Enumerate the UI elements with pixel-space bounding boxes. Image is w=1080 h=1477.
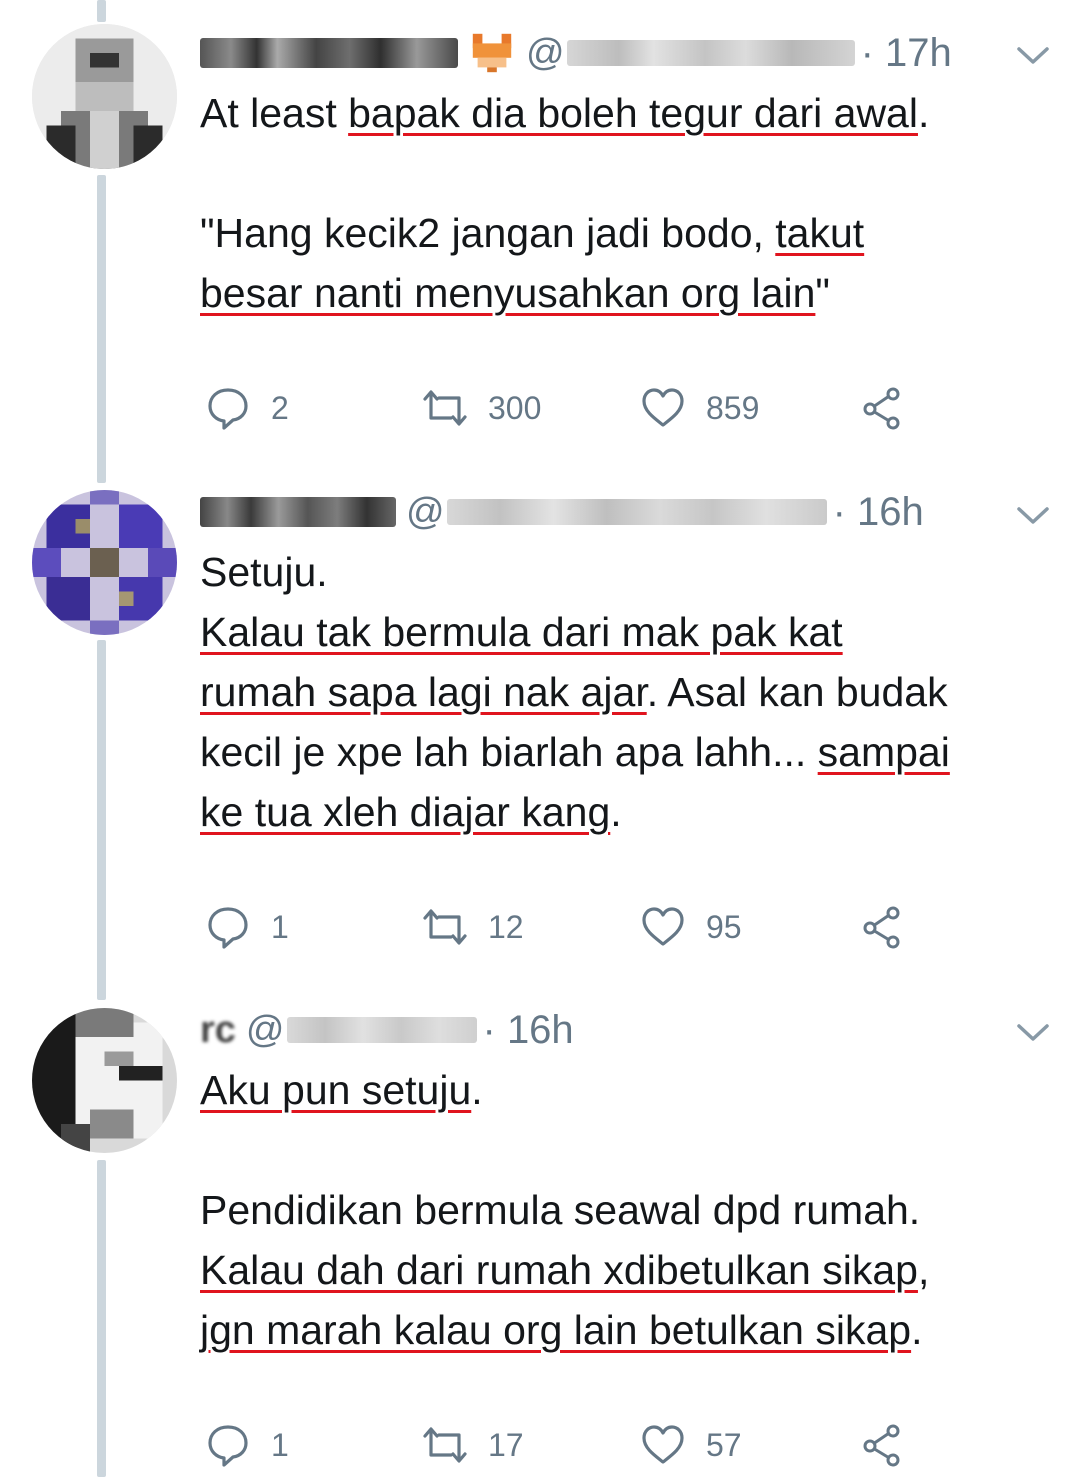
- retweet-icon: [423, 1427, 467, 1463]
- tweet-line: ke tua xleh diajar kang.: [200, 789, 622, 835]
- tweet-line: rumah sapa lagi nak ajar. Asal kan budak: [200, 669, 948, 715]
- handle-blurred[interactable]: [446, 499, 827, 525]
- tweet-text: At least bapak dia boleh tegur dari awal…: [200, 83, 1050, 323]
- avatar-image: [32, 24, 177, 169]
- tweet[interactable]: @ · 17h At least bapak dia boleh tegur d…: [0, 0, 1080, 470]
- like-count: 57: [706, 1426, 742, 1463]
- tweet-line: Pendidikan bermula seawal dpd rumah.: [200, 1187, 921, 1233]
- handle-at: @: [406, 490, 445, 533]
- chevron-down-icon[interactable]: [1013, 1017, 1053, 1047]
- reply-button[interactable]: 1: [205, 897, 289, 957]
- display-name-blurred[interactable]: [200, 38, 458, 68]
- avatar-image: [32, 1008, 177, 1153]
- retweet-icon: [423, 390, 467, 426]
- avatar-image: [32, 490, 177, 635]
- tweet-line: Setuju.: [200, 549, 328, 595]
- like-button[interactable]: 95: [640, 897, 742, 957]
- tweet-line: Aku pun setuju.: [200, 1067, 483, 1113]
- tweet-header: @ · 17h: [200, 23, 952, 83]
- tweet-actions: 1 12 95: [200, 897, 920, 957]
- reply-count: 2: [271, 389, 289, 426]
- reply-count: 1: [271, 1426, 289, 1463]
- share-icon: [863, 1424, 900, 1467]
- share-button[interactable]: [860, 897, 906, 957]
- like-count: 859: [706, 389, 760, 426]
- reply-icon: [208, 388, 248, 430]
- retweet-button[interactable]: 300: [422, 378, 541, 438]
- retweet-count: 300: [488, 389, 542, 426]
- reply-icon: [208, 1425, 248, 1467]
- tweet-paragraph: "Hang kecik2 jangan jadi bodo, takut besa…: [200, 210, 865, 316]
- tweet-line: kecil je xpe lah biarlah apa lahh... sam…: [200, 729, 950, 775]
- timestamp[interactable]: · 16h: [833, 490, 924, 535]
- like-count: 95: [706, 908, 742, 945]
- display-name-partial[interactable]: rc: [200, 1009, 236, 1052]
- handle-at: @: [245, 1008, 285, 1051]
- tweet-line: Kalau dah dari rumah xdibetulkan sikap,: [200, 1247, 930, 1293]
- tweet-paragraph: At least bapak dia boleh tegur dari awal…: [200, 90, 930, 136]
- retweet-icon: [423, 909, 467, 945]
- reply-button[interactable]: 1: [205, 1415, 289, 1475]
- handle-blurred[interactable]: [566, 40, 855, 66]
- like-button[interactable]: 57: [640, 1415, 742, 1475]
- avatar[interactable]: [32, 490, 177, 635]
- timestamp[interactable]: · 17h: [861, 31, 952, 76]
- avatar[interactable]: [32, 1008, 177, 1153]
- handle-at: @: [526, 31, 565, 74]
- like-button[interactable]: 859: [640, 378, 759, 438]
- tweet-text: Setuju. Kalau tak bermula dari mak pak k…: [200, 542, 1050, 842]
- tweet-line: Kalau tak bermula dari mak pak kat: [200, 609, 843, 655]
- share-icon: [863, 906, 900, 949]
- share-button[interactable]: [860, 378, 906, 438]
- heart-icon: [642, 388, 684, 427]
- tweet-actions: 1 17 57: [200, 1415, 920, 1475]
- tweet-text: Aku pun setuju. Pendidikan bermula seawa…: [200, 1060, 1050, 1360]
- timestamp[interactable]: · 16h: [483, 1008, 574, 1053]
- retweet-button[interactable]: 17: [422, 1415, 524, 1475]
- retweet-count: 12: [488, 908, 524, 945]
- chevron-down-icon[interactable]: [1013, 40, 1053, 70]
- tweet-header: @ · 16h: [200, 482, 924, 542]
- chevron-down-icon[interactable]: [1013, 500, 1053, 530]
- reply-icon: [208, 907, 248, 949]
- reply-button[interactable]: 2: [205, 378, 289, 438]
- handle-blurred[interactable]: [286, 1017, 477, 1043]
- share-button[interactable]: [860, 1415, 906, 1475]
- tweet-line: jgn marah kalau org lain betulkan sikap.: [200, 1307, 923, 1353]
- share-icon: [863, 387, 900, 430]
- display-name-blurred[interactable]: [200, 497, 396, 527]
- heart-icon: [642, 1425, 684, 1464]
- tweet[interactable]: rc @ · 16h Aku pun setuju. Pendidikan be…: [0, 1000, 1080, 1477]
- heart-icon: [642, 907, 684, 946]
- tweet-header: rc @ · 16h: [200, 1000, 574, 1060]
- tweet[interactable]: @ · 16h Setuju. Kalau tak bermula dari m…: [0, 480, 1080, 990]
- retweet-button[interactable]: 12: [422, 897, 524, 957]
- avatar[interactable]: [32, 24, 177, 169]
- tweet-actions: 2 300 859: [200, 378, 920, 438]
- fox-emoji-icon: [468, 29, 516, 77]
- retweet-count: 17: [488, 1426, 524, 1463]
- reply-count: 1: [271, 908, 289, 945]
